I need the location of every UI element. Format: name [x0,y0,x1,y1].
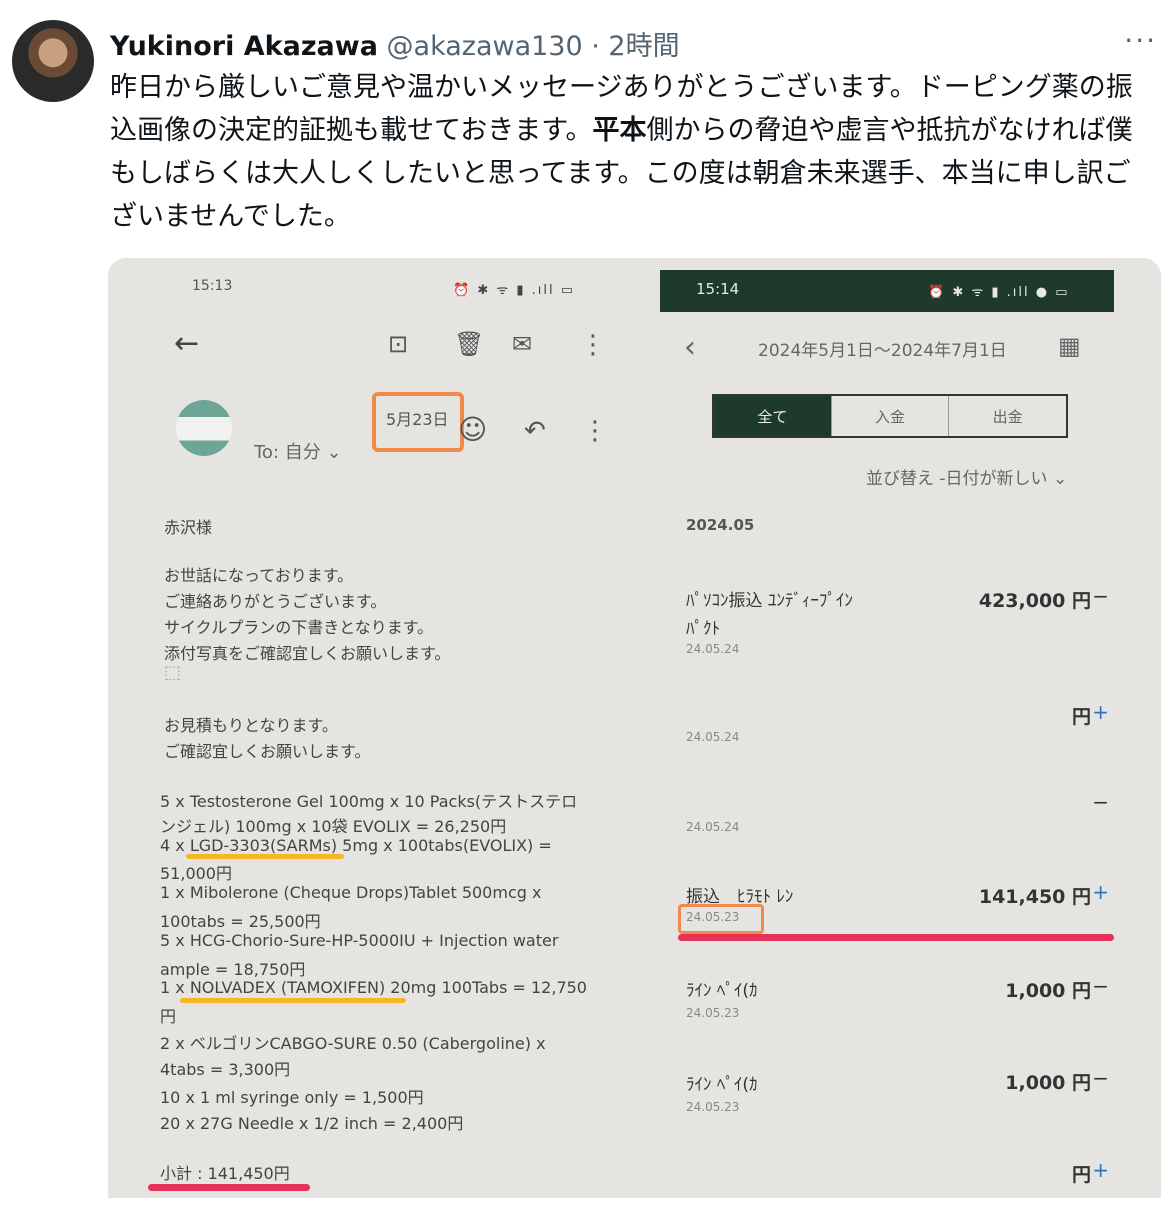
email-status-time: 15:13 [192,278,233,294]
yellow-underline [186,854,344,859]
tab-withdrawal: 出金 [948,396,1066,436]
tx-amount: 1,000 円 [1005,980,1091,1002]
author-name[interactable]: Yukinori Akazawa [110,31,378,62]
tweet-text: 昨日から厳しいご意見や温かいメッセージありがとうございます。ドーピング薬の振込画… [110,66,1155,238]
tx-sign: − [1092,974,1109,998]
tx-name-cont: ﾊﾟｸﾄ [686,619,720,639]
order-line: 20 x 27G Needle x 1/2 inch = 2,400円 [160,1114,464,1133]
kebab-menu-icon: ⋮ [580,330,606,360]
order-line: ンジェル) 100mg x 10袋 EVOLIX = 26,250円 [160,817,507,836]
tx-sign: + [1092,880,1109,904]
tx-sign: − [1092,584,1109,608]
tx-amount: 423,000 円 [978,590,1091,612]
more-options-icon[interactable]: ··· [1124,24,1157,57]
tx-sign: − [1092,790,1109,814]
tweet-time[interactable]: · 2時間 [591,31,679,62]
email-body-line: ご確認宜しくお願いします。 [164,742,371,761]
filter-tabs: 全て 入金 出金 [712,394,1068,438]
red-underline [148,1184,310,1191]
attached-photo[interactable]: 15:13 ⏰ ✱ ᯤ ▮ .ıll ▭ ← ⊡ 🗑 ✉ ⋮ To: 自分 ⌄ … [108,258,1161,1198]
email-body-line: お見積もりとなります。 [164,716,338,735]
order-subtotal: 小計 : 141,450円 [160,1164,290,1183]
order-line: 4 x LGD-3303(SARMs) 5mg x 100tabs(EVOLIX… [160,836,552,855]
date-range: 2024年5月1日〜2024年7月1日 [758,341,1007,361]
order-line: 4tabs = 3,300円 [160,1060,291,1079]
tx-amount: 1,000 円 [1005,1072,1091,1094]
order-line: 100tabs = 25,500円 [160,912,321,931]
sender-avatar [176,400,232,456]
order-line: 1 x Mibolerone (Cheque Drops)Tablet 500m… [160,883,542,902]
email-body-line: サイクルプランの下書きとなります。 [164,618,434,637]
tx-name: ﾗｲﾝ ﾍﾟｲ(ｶ [686,1075,758,1095]
avatar[interactable] [12,20,94,102]
tx-date: 24.05.24 [686,642,740,656]
calendar-icon: ▦ [1058,332,1081,360]
order-line: 5 x Testosterone Gel 100mg x 10 Packs(テス… [160,792,578,811]
email-recipient: To: 自分 ⌄ [254,442,342,463]
order-line: 5 x HCG-Chorio-Sure-HP-5000IU + Injectio… [160,931,559,950]
email-date: 5月23日 [386,410,449,429]
bank-status-time: 15:14 [696,280,740,298]
tx-sign: + [1092,700,1109,724]
tx-amount: 141,450 円 [978,886,1091,908]
yellow-underline [180,998,406,1003]
tx-sign: − [1092,1066,1109,1090]
order-line: 51,000円 [160,864,232,883]
tx-date: 24.05.24 [686,730,740,744]
order-line: 円 [160,1007,177,1026]
email-status-icons: ⏰ ✱ ᯤ ▮ .ıll ▭ [453,283,576,298]
tab-deposit: 入金 [830,396,949,436]
email-more-icon: ⋮ [582,416,608,446]
tx-date: 24.05.23 [686,1100,740,1114]
tx-name: ﾊﾟｿｺﾝ振込 ﾕﾝﾃﾞｨｰﾌﾟｲﾝ [686,591,853,611]
sort-selector: 並び替え -日付が新しい ⌄ [866,469,1068,489]
email-body-line: お世話になっております。 [164,566,354,585]
email-greeting: 赤沢様 [164,518,213,537]
chevron-left-icon: ‹ [684,330,696,365]
tx-date: 24.05.23 [686,910,740,924]
broken-image-icon: ⬚ [164,662,182,683]
emoji-icon: ☺ [458,413,488,446]
tab-all: 全て [714,396,831,436]
email-body-line: 添付写真をご確認宜しくお願いします。 [164,644,451,663]
tx-date: 24.05.24 [686,820,740,834]
tx-sign: + [1092,1158,1109,1182]
order-line: 1 x NOLVADEX (TAMOXIFEN) 20mg 100Tabs = … [160,978,587,997]
tx-amount: 円 [1071,706,1091,728]
order-line: 2 x ベルゴリンCABGO-SURE 0.50 (Cabergoline) x [160,1034,546,1053]
tx-amount: 円 [1071,1164,1091,1186]
tx-date: 24.05.23 [686,1006,740,1020]
trash-icon: 🗑 [454,330,485,358]
month-heading: 2024.05 [686,516,755,534]
author-handle[interactable]: @akazawa130 [387,31,583,62]
tx-name: ﾗｲﾝ ﾍﾟｲ(ｶ [686,981,758,1001]
back-arrow-icon: ← [174,326,200,361]
order-line: ample = 18,750円 [160,960,306,979]
reply-icon: ↶ [524,416,546,446]
order-line: 10 x 1 ml syringe only = 1,500円 [160,1088,424,1107]
mail-icon: ✉ [512,330,533,358]
tweet-text-bold: 平本 [592,115,647,146]
archive-icon: ⊡ [388,330,409,358]
bank-status-icons: ⏰ ✱ ᯤ ▮ .ıll ● ▭ [928,285,1070,300]
red-underline [678,934,1114,941]
email-body-line: ご連絡ありがとうございます。 [164,592,387,611]
tweet-header: Yukinori Akazawa @akazawa130 · 2時間 [110,24,680,63]
